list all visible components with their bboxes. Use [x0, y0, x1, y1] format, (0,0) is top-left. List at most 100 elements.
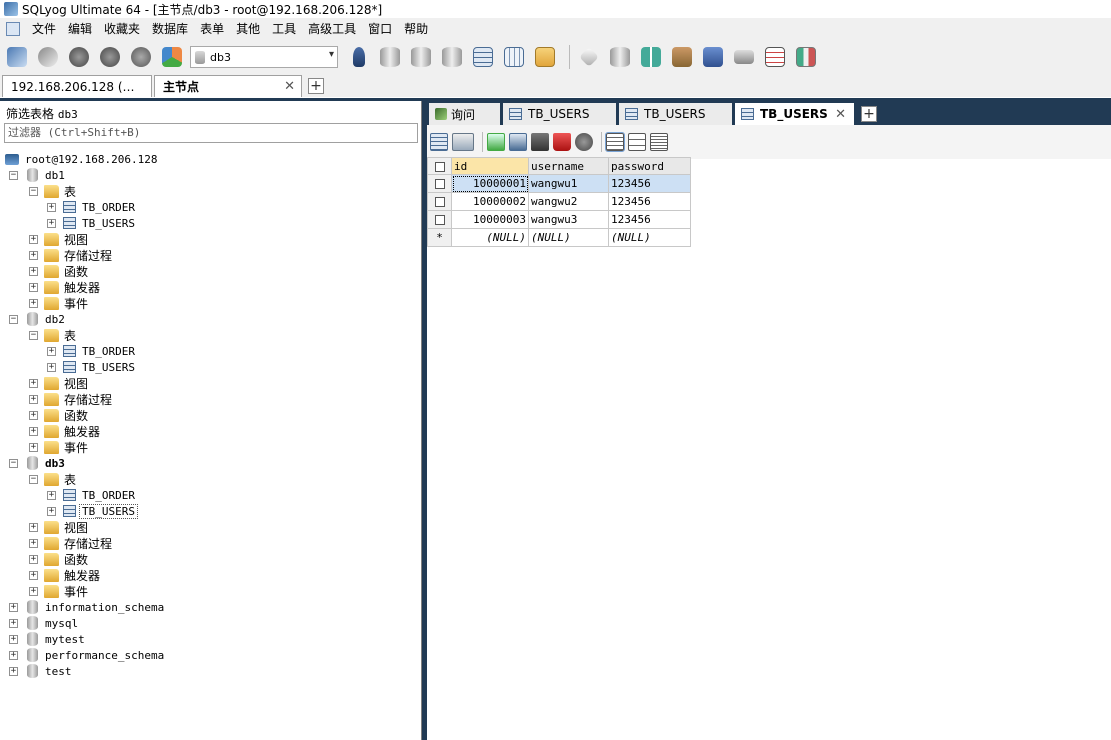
checkbox[interactable] — [434, 215, 445, 225]
tree-table[interactable]: + TB_ORDER — [0, 487, 420, 503]
row-checkbox-cell[interactable] — [427, 192, 452, 211]
tree-table-selected[interactable]: + TB_USERS — [0, 503, 420, 519]
cell-username[interactable]: wangwu3 — [528, 210, 609, 229]
menu-tools[interactable]: 工具 — [266, 18, 302, 40]
column-header-username[interactable]: username — [528, 157, 609, 175]
tab-table-data[interactable]: TB_USERS — [503, 103, 617, 125]
backup-button[interactable] — [377, 44, 403, 70]
cell-username[interactable]: wangwu1 — [528, 174, 609, 193]
table-row[interactable]: 10000001 wangwu1 123456 — [427, 174, 691, 193]
checkbox[interactable] — [434, 179, 445, 189]
cell-username[interactable]: wangwu2 — [528, 192, 609, 211]
cell-id[interactable]: 10000003 — [451, 210, 529, 229]
tree-db-item[interactable]: + test — [0, 663, 420, 679]
expand-icon[interactable]: + — [9, 666, 18, 676]
cell-username-null[interactable]: (NULL) — [528, 228, 609, 247]
expand-icon[interactable]: + — [29, 394, 38, 404]
expand-icon[interactable]: + — [9, 618, 18, 628]
add-query-tab-button[interactable]: + — [861, 106, 877, 122]
checkbox[interactable] — [434, 161, 445, 172]
tree-folder-tables[interactable]: − 表 — [0, 471, 420, 487]
import-button[interactable] — [439, 44, 465, 70]
new-connection-button[interactable] — [4, 44, 30, 70]
connection-tab-2[interactable]: 主节点 ✕ — [154, 75, 302, 97]
cell-password[interactable]: 123456 — [608, 174, 691, 193]
tab-table-data-active[interactable]: TB_USERS ✕ — [735, 103, 855, 125]
column-header-id[interactable]: id — [451, 157, 529, 175]
tree-folder-events[interactable]: + 事件 — [0, 295, 420, 311]
tree-table[interactable]: + TB_ORDER — [0, 343, 420, 359]
grid-view-icon[interactable] — [605, 132, 625, 152]
add-connection-tab-button[interactable]: + — [308, 78, 324, 94]
checkbox[interactable] — [434, 197, 445, 207]
cell-password[interactable]: 123456 — [608, 210, 691, 229]
tree-folder-functions[interactable]: + 函数 — [0, 263, 420, 279]
window-menu-icon[interactable] — [6, 22, 20, 36]
close-icon[interactable]: ✕ — [284, 79, 295, 94]
menu-edit[interactable]: 编辑 — [62, 18, 98, 40]
collapse-icon[interactable]: − — [9, 458, 18, 468]
save-icon[interactable] — [531, 133, 549, 151]
expand-icon[interactable]: + — [9, 634, 18, 644]
add-row-icon[interactable] — [487, 133, 505, 151]
table-row[interactable]: 10000002 wangwu2 123456 — [427, 192, 691, 211]
expand-icon[interactable]: + — [29, 538, 38, 548]
expand-icon[interactable]: + — [29, 282, 38, 292]
collapse-icon[interactable]: − — [29, 186, 38, 196]
expand-icon[interactable]: + — [47, 218, 56, 228]
tree-folder-views[interactable]: + 视图 — [0, 231, 420, 247]
cell-password-null[interactable]: (NULL) — [608, 228, 691, 247]
expand-icon[interactable]: + — [47, 202, 56, 212]
row-checkbox-cell[interactable] — [427, 174, 452, 193]
menu-file[interactable]: 文件 — [26, 18, 62, 40]
table-data-button[interactable] — [501, 44, 527, 70]
diagram-button[interactable] — [793, 44, 819, 70]
expand-icon[interactable]: + — [47, 490, 56, 500]
execute-button[interactable] — [66, 44, 92, 70]
tree-db-db3[interactable]: − db3 — [0, 455, 420, 471]
expand-icon[interactable]: + — [9, 602, 18, 612]
tree-folder-triggers[interactable]: + 触发器 — [0, 567, 420, 583]
report-button[interactable] — [762, 44, 788, 70]
expand-icon[interactable]: + — [29, 570, 38, 580]
collapse-icon[interactable]: − — [29, 330, 38, 340]
tree-db-item[interactable]: + performance_schema — [0, 647, 420, 663]
expand-icon[interactable]: + — [29, 586, 38, 596]
duplicate-row-icon[interactable] — [509, 133, 527, 151]
tree-folder-procedures[interactable]: + 存储过程 — [0, 535, 420, 551]
expand-icon[interactable]: + — [9, 650, 18, 660]
form-view-icon[interactable] — [628, 133, 646, 151]
tree-table[interactable]: + TB_ORDER — [0, 199, 420, 215]
cell-password[interactable]: 123456 — [608, 192, 691, 211]
close-icon[interactable]: ✕ — [835, 107, 846, 122]
table-schema-button[interactable] — [532, 44, 558, 70]
expand-icon[interactable]: + — [47, 346, 56, 356]
tree-db-db2[interactable]: − db2 — [0, 311, 420, 327]
execute-all-button[interactable] — [97, 44, 123, 70]
tree-db-item[interactable]: + mytest — [0, 631, 420, 647]
tree-folder-views[interactable]: + 视图 — [0, 519, 420, 535]
export-dropdown-icon[interactable] — [452, 133, 474, 151]
menu-database[interactable]: 数据库 — [146, 18, 194, 40]
menu-help[interactable]: 帮助 — [398, 18, 434, 40]
tree-folder-functions[interactable]: + 函数 — [0, 551, 420, 567]
scheduler-button[interactable] — [700, 44, 726, 70]
expand-icon[interactable]: + — [29, 250, 38, 260]
expand-icon[interactable]: + — [29, 234, 38, 244]
expand-icon[interactable]: + — [47, 362, 56, 372]
expand-icon[interactable]: + — [47, 506, 56, 516]
collapse-icon[interactable]: − — [9, 170, 18, 180]
tree-db-db1[interactable]: − db1 — [0, 167, 420, 183]
expand-icon[interactable]: + — [29, 522, 38, 532]
tab-query[interactable]: 询问 — [429, 103, 501, 125]
tree-folder-tables[interactable]: − 表 — [0, 327, 420, 343]
cell-id[interactable]: 10000002 — [451, 192, 529, 211]
expand-icon[interactable]: + — [29, 554, 38, 564]
select-all-checkbox-cell[interactable] — [427, 157, 452, 175]
tree-root[interactable]: root@192.168.206.128 — [0, 151, 420, 167]
sync-button[interactable] — [576, 44, 602, 70]
menu-favorites[interactable]: 收藏夹 — [98, 18, 146, 40]
tree-folder-functions[interactable]: + 函数 — [0, 407, 420, 423]
stop-button[interactable] — [128, 44, 154, 70]
tree-folder-procedures[interactable]: + 存储过程 — [0, 391, 420, 407]
